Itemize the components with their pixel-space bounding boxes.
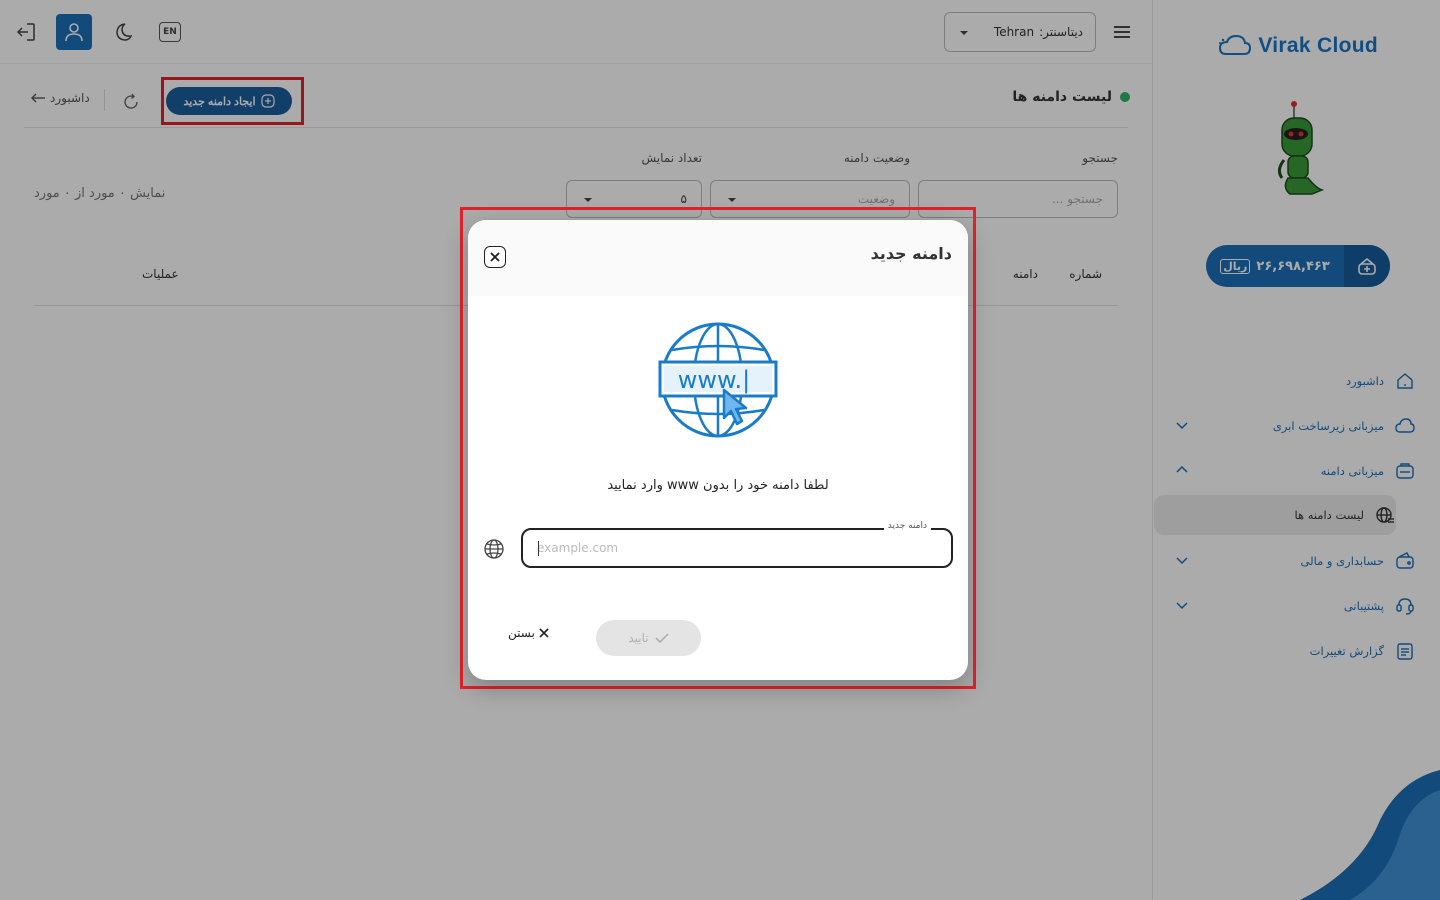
globe-icon	[484, 539, 504, 559]
new-domain-modal: دامنه جدید www.| لطفا دامنه خود را بدون …	[468, 220, 968, 680]
modal-instruction: لطفا دامنه خود را بدون www وارد نمایید	[607, 478, 829, 493]
www-globe-icon: www.|	[658, 322, 778, 438]
text-cursor	[538, 541, 539, 556]
close-button[interactable]: بستن	[508, 626, 549, 640]
www-text: www.|	[678, 366, 750, 394]
close-icon	[490, 252, 500, 262]
modal-close-button[interactable]	[484, 246, 506, 268]
modal-title: دامنه جدید	[870, 244, 952, 263]
close-label: بستن	[508, 626, 535, 640]
domain-field[interactable]: دامنه جدید	[521, 521, 953, 568]
modal-header: دامنه جدید	[468, 220, 968, 296]
close-icon	[539, 628, 549, 638]
confirm-button[interactable]: تایید	[596, 620, 701, 656]
domain-input[interactable]	[523, 530, 951, 566]
check-icon	[655, 633, 669, 643]
confirm-label: تایید	[628, 631, 649, 645]
domain-field-label: دامنه جدید	[883, 521, 931, 531]
